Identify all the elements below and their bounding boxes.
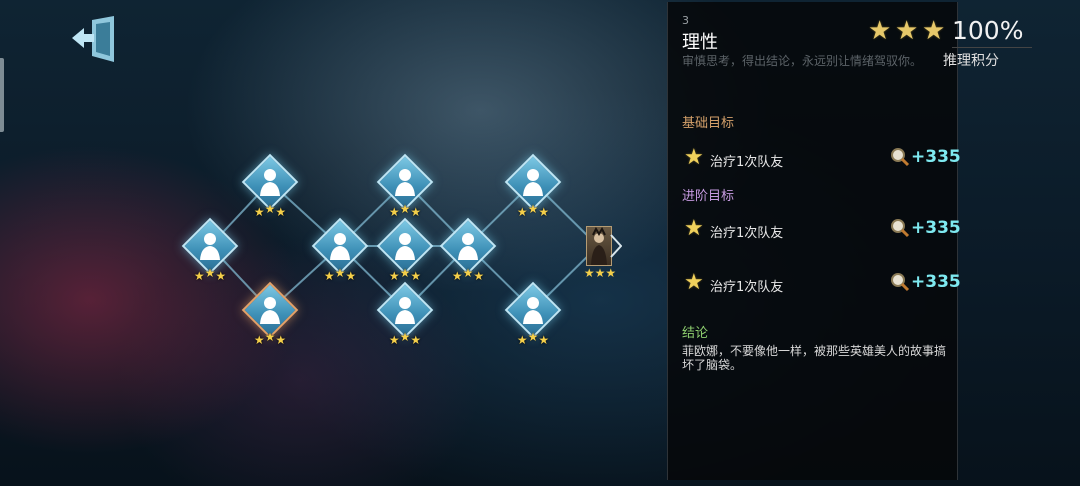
chevron-right-icon	[610, 234, 622, 258]
star-icon: ★	[684, 145, 704, 170]
deduction-detail-panel: 3 理性 审慎思考，得出结论，永远别让情绪驾驭你。 基础目标 ★ 治疗1次队友 …	[667, 2, 961, 480]
node-stars: ★★★	[253, 330, 287, 347]
deduction-points-label: 推理积分	[943, 53, 999, 69]
deduction-node[interactable]: ★★★	[310, 217, 370, 294]
goal-text: 治疗1次队友	[710, 226, 784, 241]
star-icon: ★	[895, 16, 919, 46]
detective-bust-icon	[523, 297, 543, 324]
deduction-node[interactable]: ★★★	[503, 281, 563, 358]
detective-bust-icon	[458, 233, 478, 260]
star-icon: ★	[868, 16, 892, 46]
divider	[952, 47, 1032, 48]
detective-bust-icon	[395, 169, 415, 196]
conclusion-text: 菲欧娜，不要像他一样，被那些英雄美人的故事搞坏了脑袋。	[682, 344, 947, 372]
conclusion-heading: 结论	[682, 326, 709, 341]
node-stars: ★★★	[451, 266, 485, 283]
node-stars: ★★★	[323, 266, 357, 283]
deduction-title: 理性	[682, 32, 718, 53]
magnifier-icon	[891, 148, 910, 167]
goal-points: +335	[911, 272, 961, 292]
deduction-number: 3	[682, 14, 689, 27]
detective-bust-icon	[395, 233, 415, 260]
goal-points: +335	[911, 147, 961, 167]
deduction-node[interactable]: ★★★	[438, 217, 498, 294]
deduction-node[interactable]: ★★★	[375, 281, 435, 358]
magnifier-icon	[891, 219, 910, 238]
magnifier-icon	[891, 273, 910, 292]
final-stars: ★★★	[583, 266, 617, 280]
completion-percent: 100%	[952, 16, 1024, 45]
deduction-node[interactable]: ★★★	[503, 153, 563, 230]
node-stars: ★★★	[388, 202, 422, 219]
deduction-node[interactable]: ★★★	[180, 217, 240, 294]
detective-bust-icon	[200, 233, 220, 260]
deduction-node[interactable]: ★★★	[240, 153, 300, 230]
goal-row: ★ 治疗1次队友 +335	[682, 216, 961, 244]
detective-bust-icon	[395, 297, 415, 324]
basic-goals-heading: 基础目标	[682, 116, 735, 131]
goal-text: 治疗1次队友	[710, 155, 784, 170]
detective-bust-icon	[330, 233, 350, 260]
completion-rating: ★ ★ ★ 100%	[868, 14, 1028, 48]
node-stars: ★★★	[516, 202, 550, 219]
node-stars: ★★★	[253, 202, 287, 219]
detective-bust-icon	[523, 169, 543, 196]
star-icon: ★	[922, 16, 946, 46]
goal-row: ★ 治疗1次队友 +335	[682, 145, 961, 173]
node-stars: ★★★	[388, 266, 422, 283]
deduction-description: 审慎思考，得出结论，永远别让情绪驾驭你。	[682, 54, 923, 68]
node-stars: ★★★	[516, 330, 550, 347]
deduction-node-selected[interactable]: ★★★	[240, 281, 300, 358]
node-stars: ★★★	[193, 266, 227, 283]
final-deduction-card[interactable]: ★★★	[578, 226, 622, 284]
star-icon: ★	[684, 216, 704, 241]
detective-bust-icon	[260, 169, 280, 196]
goal-text: 治疗1次队友	[710, 280, 784, 295]
advanced-goals-heading: 进阶目标	[682, 189, 735, 204]
node-stars: ★★★	[388, 330, 422, 347]
goal-points: +335	[911, 218, 961, 238]
deduction-board: ★★★ ★★★ ★★★ ★★★ ★★★ ★★★ ★★★ ★★★ ★★★ ★★★ …	[0, 0, 660, 486]
detective-bust-icon	[260, 297, 280, 324]
goal-row: ★ 治疗1次队友 +335	[682, 270, 961, 298]
star-icon: ★	[684, 270, 704, 295]
character-portrait	[586, 226, 612, 266]
